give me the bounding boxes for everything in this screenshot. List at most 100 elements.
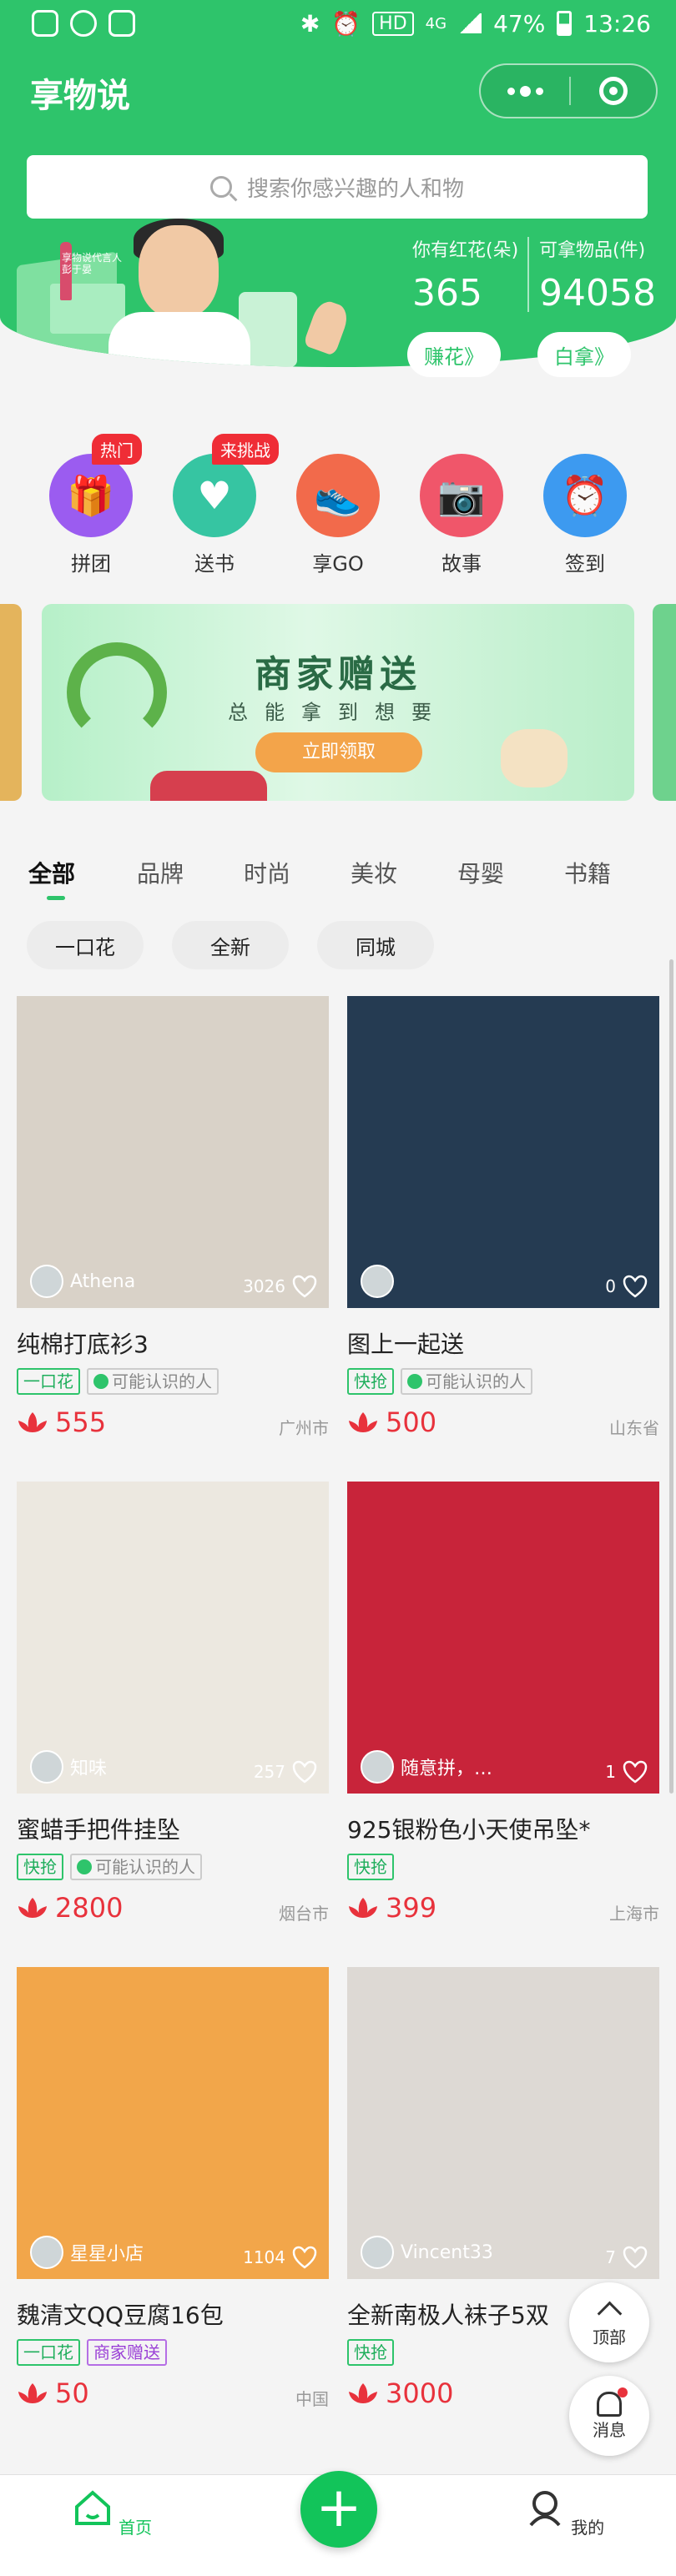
hot-badge: 热门 (92, 434, 142, 465)
owner-info[interactable]: Vincent33 (361, 2236, 493, 2269)
like-button[interactable]: 0 (605, 1275, 648, 1298)
items-value: 94058 (539, 272, 656, 314)
product-image[interactable]: 随意拼，… 1 (347, 1482, 659, 1794)
like-button[interactable]: 1 (605, 1760, 648, 1784)
tab-all[interactable]: 全部 (28, 856, 75, 889)
nav-home[interactable]: 首页 (62, 2487, 162, 2538)
tag: 快抢 (347, 1854, 394, 1880)
filter-brand-new[interactable]: 全新 (172, 921, 289, 969)
clock: 13:26 (583, 9, 651, 38)
product-image[interactable]: Athena 3026 (17, 996, 329, 1308)
search-placeholder: 搜索你感兴趣的人和物 (246, 176, 464, 202)
person-icon (93, 1374, 108, 1389)
product-title: 全新南极人袜子5双 (347, 2302, 549, 2329)
tab-baby[interactable]: 母婴 (457, 856, 504, 889)
avatar (361, 1750, 394, 1784)
product-card[interactable]: 0 图上一起送 快抢 可能认识的人 500 山东省 (347, 996, 659, 1446)
owner-info[interactable]: Athena (30, 1265, 135, 1298)
network-type: 4G (425, 14, 447, 33)
owner-name: 星星小店 (70, 2244, 144, 2265)
filter-one-bite[interactable]: 一口花 (27, 921, 144, 969)
owner-info[interactable]: 随意拼，… (361, 1750, 492, 1784)
heart-icon (292, 2246, 317, 2269)
person-icon (77, 1859, 92, 1874)
messages-button[interactable]: 消息 (569, 2376, 649, 2456)
tag: 一口花 (17, 1368, 80, 1395)
more-menu-button[interactable] (481, 85, 569, 97)
product-tags: 一口花 商家赠送 (17, 2339, 167, 2366)
product-title: 925银粉色小天使吊坠* (347, 1816, 591, 1844)
battery-icon (557, 11, 573, 36)
owner-info[interactable] (361, 1265, 401, 1298)
hero-illustration: 享物说代言人 彭于晏 (0, 219, 401, 367)
product-image[interactable]: 知味 257 (17, 1482, 329, 1794)
product-card[interactable]: 星星小店 1104 魏清文QQ豆腐16包 一口花 商家赠送 50 中国 (17, 1967, 329, 2418)
banner-title: 商家赠送 (255, 653, 421, 696)
product-tags: 快抢 (347, 1854, 394, 1880)
like-button[interactable]: 1104 (243, 2246, 317, 2269)
product-image[interactable]: 0 (347, 996, 659, 1308)
owner-info[interactable]: 星星小店 (30, 2236, 144, 2269)
heart-icon (623, 1275, 648, 1298)
items-stat: 可拿物品(件) 94058 (539, 235, 656, 314)
category-label: 故事 (441, 552, 482, 576)
merchant-gift-banner[interactable]: 商家赠送 总能拿到想要 立即领取 (42, 604, 634, 801)
product-price: 500 (347, 1406, 436, 1438)
category-pintuan[interactable]: 🎁 拼团 热门 (37, 434, 145, 576)
search-bar[interactable]: 搜索你感兴趣的人和物 (27, 155, 648, 219)
owner-name: Vincent33 (401, 2241, 493, 2263)
product-title: 蜜蜡手把件挂坠 (17, 1816, 181, 1844)
tab-books[interactable]: 书籍 (564, 856, 611, 889)
app-notification-icon (32, 10, 58, 37)
category-books[interactable]: ♥ 送书 来挑战 (160, 434, 279, 576)
flowers-value: 365 (412, 272, 482, 314)
red-flower-icon (349, 2383, 377, 2403)
close-mini-program-button[interactable] (571, 77, 656, 105)
banner-prev-peek[interactable] (0, 604, 22, 801)
like-button[interactable]: 257 (254, 1760, 317, 1784)
sync-icon (70, 10, 97, 37)
heart-icon (623, 1760, 648, 1784)
tab-beauty[interactable]: 美妆 (351, 856, 397, 889)
price-value: 3000 (386, 2377, 454, 2409)
category-stories[interactable]: 📷 故事 (407, 434, 516, 576)
product-card[interactable]: 知味 257 蜜蜡手把件挂坠 快抢 可能认识的人 2800 烟台市 (17, 1482, 329, 1932)
like-count: 257 (253, 1762, 285, 1782)
like-count: 0 (605, 1276, 616, 1296)
nav-me[interactable]: 我的 (514, 2487, 614, 2538)
price-value: 555 (55, 1406, 107, 1438)
product-card[interactable]: Athena 3026 纯棉打底衫3 一口花 可能认识的人 555 广州市 (17, 996, 329, 1446)
banner-subtitle: 总能拿到想要 (228, 701, 448, 724)
red-flower-icon (349, 1412, 377, 1432)
owner-info[interactable]: 知味 (30, 1750, 107, 1784)
post-item-button[interactable]: + (300, 2471, 377, 2548)
nav-me-label: 我的 (571, 2518, 605, 2538)
category-label: 享GO (312, 552, 364, 576)
items-label: 可拿物品(件) (539, 240, 646, 261)
like-button[interactable]: 3026 (243, 1275, 317, 1298)
free-take-button[interactable]: 白拿》 (537, 332, 631, 377)
like-count: 7 (605, 2247, 616, 2267)
claim-now-button[interactable]: 立即领取 (255, 732, 422, 772)
product-card[interactable]: 随意拼，… 1 925银粉色小天使吊坠* 快抢 399 上海市 (347, 1482, 659, 1932)
banner-next-peek[interactable] (653, 604, 676, 801)
red-flower-icon (18, 2383, 47, 2403)
tag-maybe-known: 可能认识的人 (70, 1854, 202, 1880)
owner-name: 随意拼，… (401, 1758, 493, 1779)
back-to-top-button[interactable]: 顶部 (569, 2282, 649, 2362)
scrollbar[interactable] (669, 959, 673, 1794)
active-tab-indicator (47, 896, 65, 900)
filter-same-city[interactable]: 同城 (317, 921, 434, 969)
earn-flowers-button[interactable]: 赚花》 (407, 332, 501, 377)
owner-name: 知味 (70, 1758, 108, 1779)
category-checkin[interactable]: ⏰ 签到 (531, 434, 639, 576)
like-button[interactable]: 7 (605, 2246, 648, 2269)
product-image[interactable]: Vincent33 7 (347, 1967, 659, 2279)
teddy-graphic (501, 729, 568, 787)
category-xianggo[interactable]: 👟 享GO (284, 434, 392, 576)
tag: 商家赠送 (87, 2339, 167, 2366)
tab-brand[interactable]: 品牌 (137, 856, 184, 889)
product-location: 烟台市 (279, 1904, 329, 1924)
tab-fashion[interactable]: 时尚 (244, 856, 290, 889)
product-image[interactable]: 星星小店 1104 (17, 1967, 329, 2279)
